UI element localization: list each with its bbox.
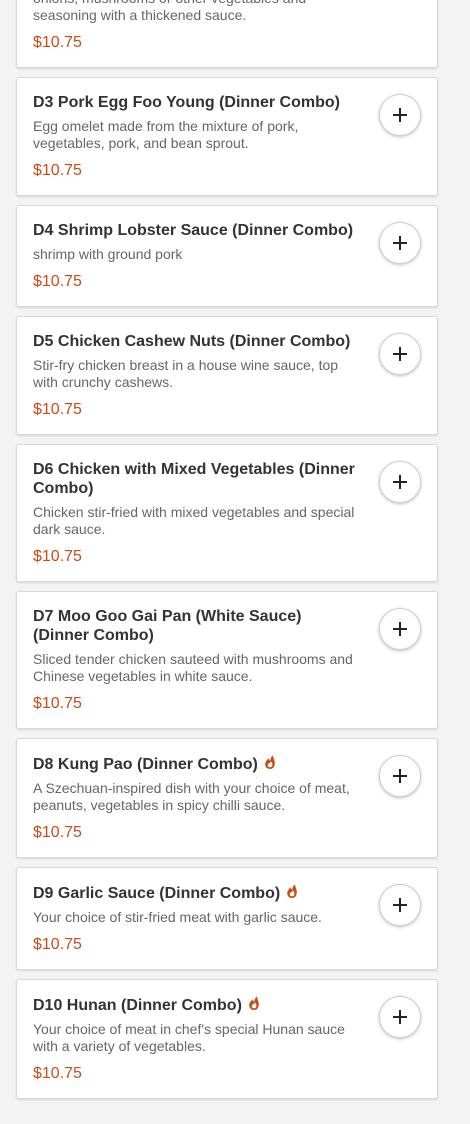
menu-item-price: $10.75 [33, 1065, 82, 1082]
menu-item-title-text: D9 Garlic Sauce (Dinner Combo) [33, 885, 281, 902]
menu-item-title: D6 Chicken with Mixed Vegetables (Dinner… [33, 460, 361, 498]
plus-icon [393, 622, 407, 636]
menu-item-price: $10.75 [33, 824, 82, 841]
menu-item-title: D9 Garlic Sauce (Dinner Combo) [33, 883, 361, 903]
menu-item-description: Your choice of stir-fried meat with garl… [33, 909, 322, 925]
menu-item-description: Egg omelet made from the mixture of pork… [33, 118, 299, 151]
add-to-cart-button[interactable] [379, 884, 421, 926]
menu-item-title-text: D5 Chicken Cashew Nuts (Dinner Combo) [33, 333, 351, 350]
menu-item-card[interactable]: D7 Moo Goo Gai Pan (White Sauce) (Dinner… [16, 591, 438, 729]
menu-item-card[interactable]: D4 Shrimp Lobster Sauce (Dinner Combo) s… [16, 205, 438, 307]
menu-item-description: Sliced tender chicken sauteed with mushr… [33, 651, 353, 684]
menu-item-card[interactable]: D10 Hunan (Dinner Combo) Your choice of … [16, 979, 438, 1099]
menu-item-description: Your choice of meat in chef's special Hu… [33, 1021, 345, 1054]
menu-item-card[interactable]: D5 Chicken Cashew Nuts (Dinner Combo) St… [16, 316, 438, 435]
plus-icon [393, 236, 407, 250]
menu-item-title-text: D4 Shrimp Lobster Sauce (Dinner Combo) [33, 222, 354, 239]
menu-item-price: $10.75 [33, 695, 82, 712]
menu-item-price: $10.75 [33, 273, 82, 290]
plus-icon [393, 108, 407, 122]
chili-flame-icon [287, 884, 297, 898]
menu-item-price: $10.75 [33, 548, 82, 565]
menu-item-price: $10.75 [33, 34, 82, 51]
menu-item-price: $10.75 [33, 401, 82, 418]
plus-icon [393, 1010, 407, 1024]
plus-icon [393, 475, 407, 489]
menu-item-description: onions, mushrooms or other vegetables an… [33, 0, 306, 23]
add-to-cart-button[interactable] [379, 94, 421, 136]
add-to-cart-button[interactable] [379, 222, 421, 264]
add-to-cart-button[interactable] [379, 755, 421, 797]
menu-item-title: D8 Kung Pao (Dinner Combo) [33, 754, 361, 774]
menu-item-price: $10.75 [33, 162, 82, 179]
menu-item-title-text: D8 Kung Pao (Dinner Combo) [33, 756, 258, 773]
menu-item-title: D4 Shrimp Lobster Sauce (Dinner Combo) [33, 221, 361, 240]
chili-flame-icon [249, 996, 259, 1010]
plus-icon [393, 347, 407, 361]
add-to-cart-button[interactable] [379, 333, 421, 375]
menu-item-description: Chicken stir-fried with mixed vegetables… [33, 504, 355, 537]
menu-viewport: onions, mushrooms or other vegetables an… [0, 0, 470, 1124]
menu-item-card[interactable]: D6 Chicken with Mixed Vegetables (Dinner… [16, 444, 438, 582]
chili-flame-icon [265, 755, 275, 769]
add-to-cart-button[interactable] [379, 608, 421, 650]
plus-icon [393, 898, 407, 912]
menu-item-title-text: D6 Chicken with Mixed Vegetables (Dinner… [33, 461, 355, 497]
menu-item-title: D5 Chicken Cashew Nuts (Dinner Combo) [33, 332, 361, 351]
menu-item-title: D10 Hunan (Dinner Combo) [33, 995, 361, 1015]
menu-item-list: onions, mushrooms or other vegetables an… [16, 0, 438, 1108]
add-to-cart-button[interactable] [379, 996, 421, 1038]
menu-item-card[interactable]: onions, mushrooms or other vegetables an… [16, 0, 438, 68]
add-to-cart-button[interactable] [379, 461, 421, 503]
menu-item-description: A Szechuan-inspired dish with your choic… [33, 780, 350, 813]
menu-item-title-text: D10 Hunan (Dinner Combo) [33, 997, 242, 1014]
menu-item-card[interactable]: D3 Pork Egg Foo Young (Dinner Combo) Egg… [16, 77, 438, 196]
menu-item-card[interactable]: D9 Garlic Sauce (Dinner Combo) Your choi… [16, 867, 438, 970]
menu-item-description: shrimp with ground pork [33, 246, 183, 262]
menu-item-title: D7 Moo Goo Gai Pan (White Sauce) (Dinner… [33, 607, 361, 645]
menu-item-title-text: D7 Moo Goo Gai Pan (White Sauce) (Dinner… [33, 608, 302, 644]
plus-icon [393, 769, 407, 783]
menu-item-title-text: D3 Pork Egg Foo Young (Dinner Combo) [33, 94, 340, 111]
menu-item-card[interactable]: D8 Kung Pao (Dinner Combo) A Szechuan-in… [16, 738, 438, 858]
menu-item-price: $10.75 [33, 936, 82, 953]
menu-item-title: D3 Pork Egg Foo Young (Dinner Combo) [33, 93, 361, 112]
menu-item-description: Stir-fry chicken breast in a house wine … [33, 357, 339, 390]
